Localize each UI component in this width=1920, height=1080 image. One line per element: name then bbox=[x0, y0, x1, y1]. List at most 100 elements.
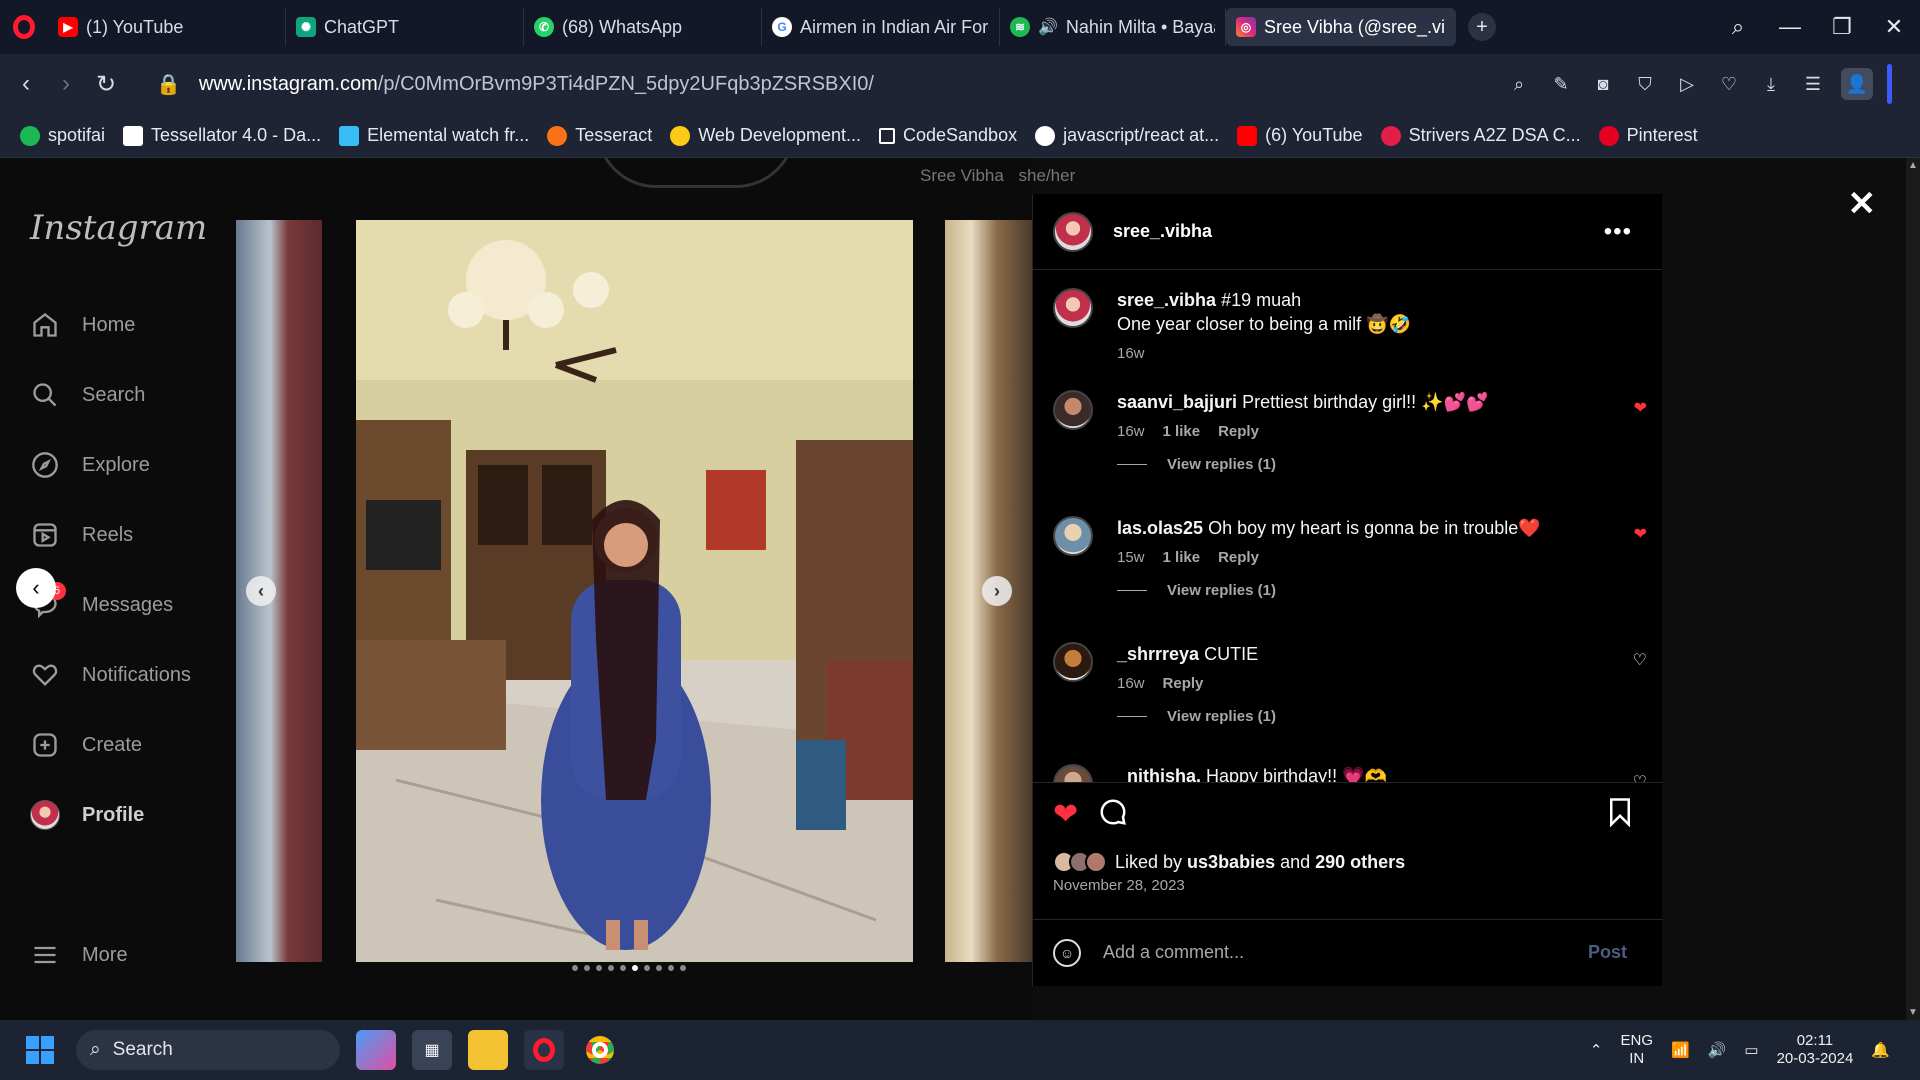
bookmark-spotifai[interactable]: spotifai bbox=[20, 125, 105, 146]
emoji-icon[interactable]: ☺ bbox=[1053, 938, 1081, 967]
comment-username[interactable]: _shrrreya bbox=[1117, 644, 1199, 664]
carousel-next-arrow[interactable]: › bbox=[982, 576, 1012, 606]
send-icon[interactable]: ▷ bbox=[1673, 70, 1701, 98]
carousel-back-button[interactable]: ‹ bbox=[16, 568, 56, 608]
comment-username[interactable]: _nithisha. bbox=[1117, 766, 1201, 782]
lens-icon[interactable]: ⌕ bbox=[1505, 70, 1533, 98]
comment-like-icon[interactable]: ♡ bbox=[1633, 650, 1647, 670]
close-icon[interactable]: ✕ bbox=[1848, 184, 1877, 224]
comment-like-icon[interactable]: ♡ bbox=[1633, 772, 1647, 782]
back-icon[interactable]: ‹ bbox=[6, 70, 46, 98]
comment-likes[interactable]: 1 like bbox=[1163, 420, 1201, 444]
nav-home[interactable]: Home bbox=[30, 310, 135, 340]
url-field[interactable]: 🔒 www.instagram.com/p/C0MmOrBvm9P3Ti4dPZ… bbox=[156, 72, 874, 97]
comment-input[interactable]: Add a comment... bbox=[1103, 942, 1244, 963]
bookmark-tessellator[interactable]: Tessellator 4.0 - Da... bbox=[123, 125, 321, 146]
language-indicator[interactable]: ENG IN bbox=[1621, 1032, 1654, 1068]
scroll-down-icon[interactable]: ▼ bbox=[1908, 1007, 1918, 1018]
tab-whatsapp[interactable]: ✆ (68) WhatsApp bbox=[524, 8, 762, 46]
reply-button[interactable]: Reply bbox=[1163, 672, 1204, 696]
wifi-icon[interactable]: 📶 bbox=[1671, 1041, 1690, 1059]
minimize-button[interactable]: — bbox=[1764, 14, 1816, 40]
avatar[interactable] bbox=[1053, 516, 1093, 556]
battery-icon[interactable]: ▭ bbox=[1744, 1041, 1758, 1059]
clock[interactable]: 02:11 20-03-2024 bbox=[1777, 1032, 1854, 1068]
reply-button[interactable]: Reply bbox=[1218, 420, 1259, 444]
liked-by-user[interactable]: us3babies bbox=[1187, 852, 1275, 872]
avatar[interactable] bbox=[1053, 642, 1093, 682]
file-explorer-icon[interactable] bbox=[468, 1030, 508, 1070]
post-image[interactable] bbox=[356, 220, 913, 962]
copilot-icon[interactable] bbox=[356, 1030, 396, 1070]
liked-by-others[interactable]: 290 others bbox=[1315, 852, 1405, 872]
avatar[interactable] bbox=[1053, 764, 1093, 782]
comment-username[interactable]: las.olas25 bbox=[1117, 518, 1203, 538]
notification-bell-icon[interactable]: 🔔 bbox=[1871, 1041, 1890, 1059]
comment-likes[interactable]: 1 like bbox=[1163, 546, 1201, 570]
view-replies[interactable]: View replies (1) bbox=[1117, 582, 1276, 599]
reload-icon[interactable]: ↻ bbox=[86, 70, 126, 99]
comment-like-icon[interactable]: ❤ bbox=[1634, 398, 1647, 418]
bookmark-tesseract[interactable]: Tesseract bbox=[547, 125, 652, 146]
more-options-icon[interactable]: ••• bbox=[1604, 218, 1632, 246]
chrome-taskbar-icon[interactable] bbox=[580, 1030, 620, 1070]
heart-outline-icon[interactable]: ♡ bbox=[1715, 70, 1743, 98]
nav-profile[interactable]: Profile bbox=[30, 800, 144, 830]
avatar[interactable] bbox=[1053, 390, 1093, 430]
caption-username[interactable]: sree_.vibha bbox=[1117, 290, 1216, 310]
view-replies[interactable]: View replies (1) bbox=[1117, 456, 1276, 473]
chevron-up-icon[interactable]: ⌃ bbox=[1590, 1041, 1603, 1059]
bookmark-webdev[interactable]: Web Development... bbox=[670, 125, 861, 146]
browser-search-icon[interactable]: ⌕ bbox=[1712, 14, 1764, 40]
tab-instagram[interactable]: ◎ Sree Vibha (@sree_.vibh bbox=[1226, 8, 1456, 46]
opera-logo-icon[interactable] bbox=[0, 0, 48, 54]
nav-explore[interactable]: Explore bbox=[30, 450, 150, 480]
bookmark-strivers[interactable]: Strivers A2Z DSA C... bbox=[1380, 125, 1581, 146]
shield-icon[interactable]: ⛉ bbox=[1631, 70, 1659, 98]
nav-search[interactable]: Search bbox=[30, 380, 145, 410]
nav-notifications[interactable]: Notifications bbox=[30, 660, 191, 690]
forward-icon[interactable]: › bbox=[46, 70, 86, 98]
tab-chatgpt[interactable]: ✺ ChatGPT bbox=[286, 8, 524, 46]
edit-icon[interactable]: ✎ bbox=[1547, 70, 1575, 98]
easy-setup-icon[interactable]: ☰ bbox=[1799, 70, 1827, 98]
like-icon[interactable]: ❤ bbox=[1053, 797, 1078, 835]
opera-taskbar-icon[interactable] bbox=[524, 1030, 564, 1070]
volume-icon[interactable]: 🔊 bbox=[1708, 1041, 1727, 1059]
profile-icon[interactable]: 👤 bbox=[1841, 68, 1873, 100]
page-scrollbar[interactable]: ▲ ▼ bbox=[1906, 158, 1920, 1020]
bookmark-github[interactable]: javascript/react at... bbox=[1035, 125, 1219, 146]
view-replies[interactable]: View replies (1) bbox=[1117, 708, 1276, 725]
likes-summary[interactable]: Liked by us3babies and 290 others bbox=[1053, 851, 1405, 873]
post-comment-button[interactable]: Post bbox=[1588, 942, 1627, 963]
reply-button[interactable]: Reply bbox=[1218, 546, 1259, 570]
tab-google[interactable]: G Airmen in Indian Air Forc bbox=[762, 8, 1000, 46]
tab-youtube[interactable]: ▶ (1) YouTube bbox=[48, 8, 286, 46]
carousel-prev-arrow[interactable]: ‹ bbox=[246, 576, 276, 606]
windows-start-icon[interactable] bbox=[26, 1036, 54, 1064]
bookmark-elemental[interactable]: Elemental watch fr... bbox=[339, 125, 529, 146]
avatar[interactable] bbox=[1053, 211, 1093, 252]
camera-icon[interactable]: ◙ bbox=[1589, 70, 1617, 98]
tab-spotify[interactable]: ≋ 🔊 Nahin Milta • Bayaan bbox=[1000, 8, 1226, 46]
avatar[interactable] bbox=[1053, 288, 1093, 328]
comment-like-icon[interactable]: ❤ bbox=[1634, 524, 1647, 544]
scroll-up-icon[interactable]: ▲ bbox=[1908, 160, 1918, 171]
comment-username[interactable]: saanvi_bajjuri bbox=[1117, 392, 1237, 412]
instagram-logo[interactable]: Instagram bbox=[30, 208, 207, 248]
nav-create[interactable]: Create bbox=[30, 730, 142, 760]
bookmark-youtube[interactable]: (6) YouTube bbox=[1237, 125, 1363, 146]
taskbar-search[interactable]: ⌕ Search bbox=[76, 1030, 340, 1070]
download-icon[interactable]: ⤓ bbox=[1757, 70, 1785, 98]
bookmark-pinterest[interactable]: Pinterest bbox=[1598, 125, 1698, 146]
new-tab-button[interactable]: + bbox=[1468, 13, 1496, 41]
comment-icon[interactable] bbox=[1098, 797, 1128, 835]
restore-button[interactable]: ❐ bbox=[1816, 14, 1868, 40]
nav-more[interactable]: More bbox=[30, 940, 128, 970]
post-username[interactable]: sree_.vibha bbox=[1113, 221, 1212, 242]
nav-reels[interactable]: Reels bbox=[30, 520, 133, 550]
close-window-button[interactable]: ✕ bbox=[1868, 14, 1920, 40]
bookmark-codesandbox[interactable]: CodeSandbox bbox=[878, 125, 1017, 146]
bookmark-icon[interactable] bbox=[1607, 797, 1633, 834]
calculator-icon[interactable]: ▦ bbox=[412, 1030, 452, 1070]
